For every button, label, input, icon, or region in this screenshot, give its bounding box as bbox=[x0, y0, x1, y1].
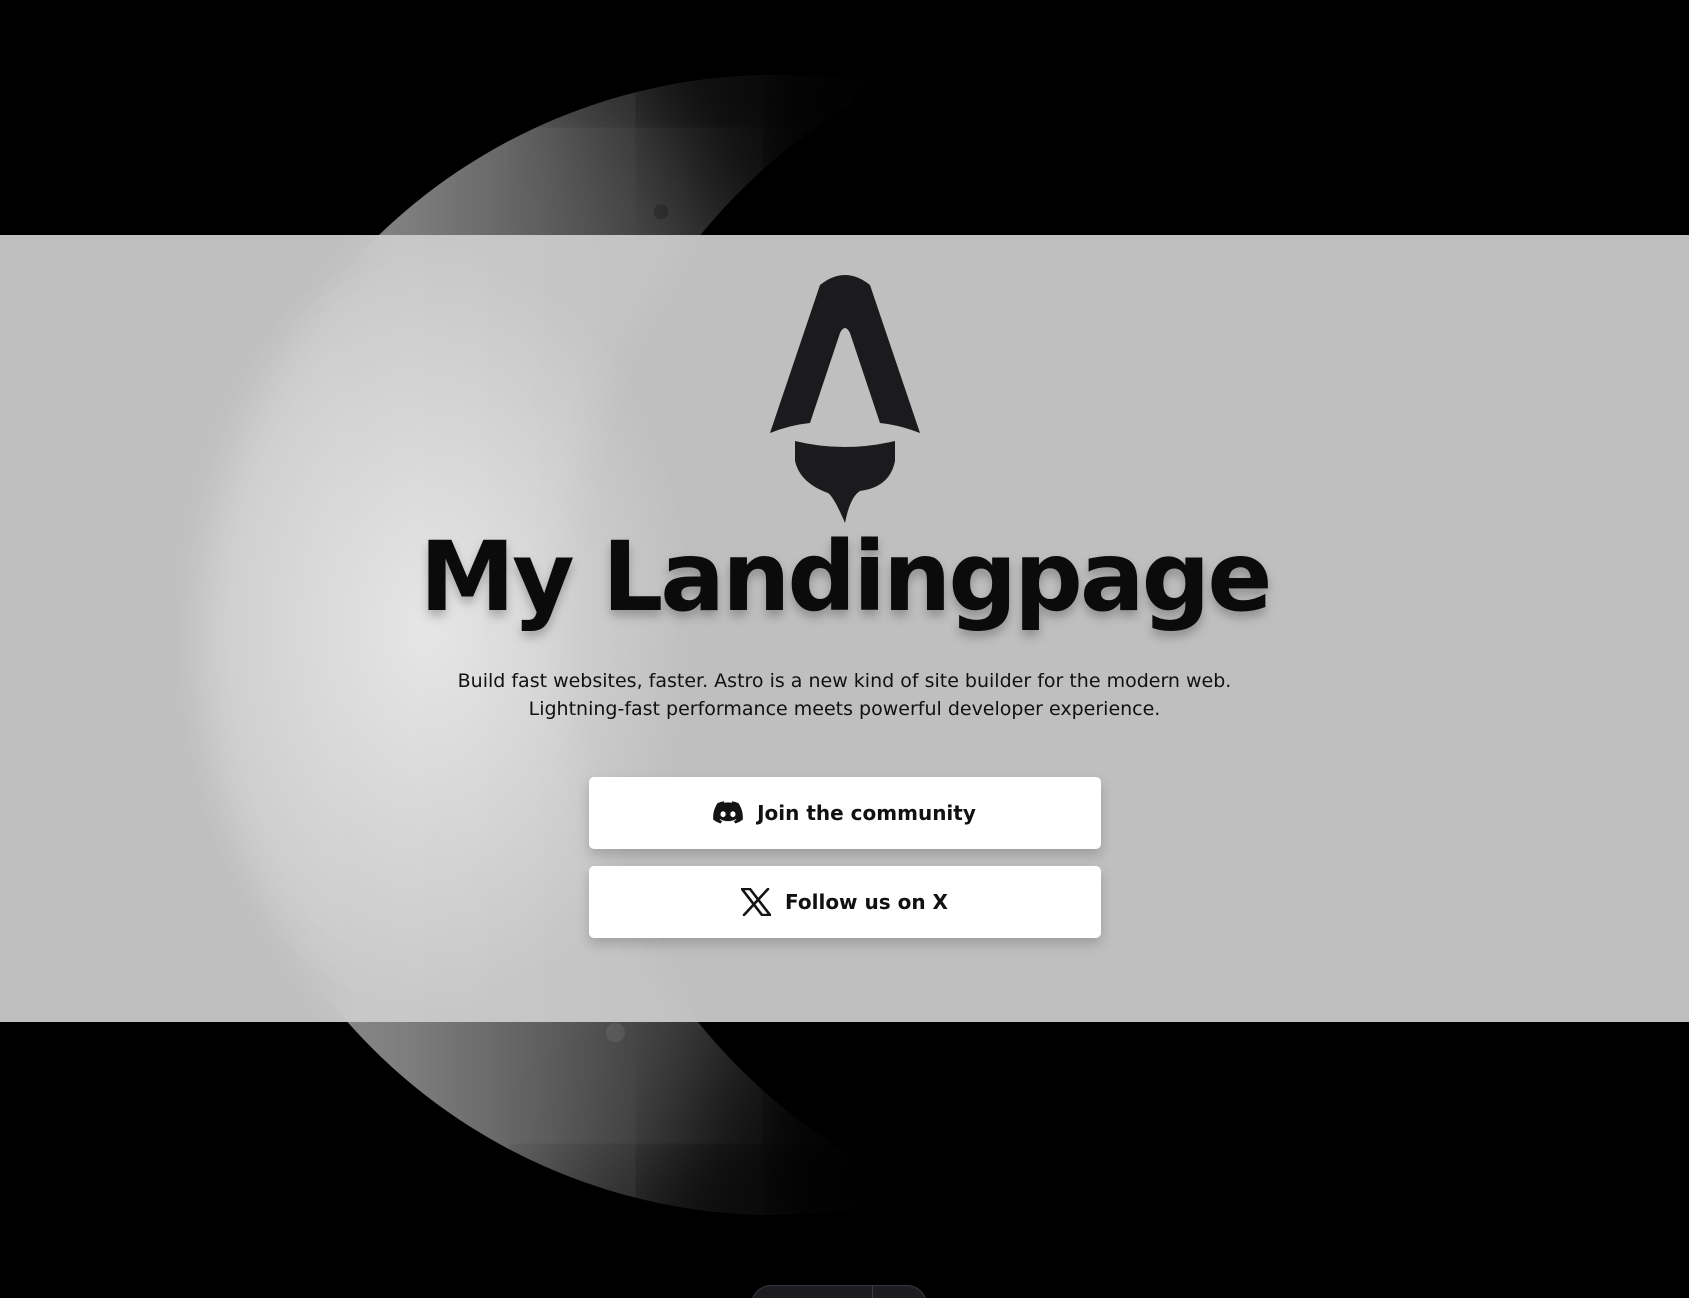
subtitle-line-2: Lightning-fast performance meets powerfu… bbox=[528, 698, 1161, 720]
join-community-button[interactable]: Join the community bbox=[588, 777, 1101, 849]
page: My Landingpage Build fast websites, fast… bbox=[0, 0, 1689, 1298]
page-title: My Landingpage bbox=[419, 521, 1273, 633]
discord-icon bbox=[713, 801, 743, 824]
follow-x-button[interactable]: Follow us on X bbox=[588, 866, 1101, 938]
join-community-label: Join the community bbox=[757, 801, 976, 825]
toolbar-divider bbox=[872, 1286, 873, 1298]
astro-logo-icon bbox=[769, 275, 920, 523]
subtitle-line-1: Build fast websites, faster. Astro is a … bbox=[457, 670, 1232, 692]
page-subtitle: Build fast websites, faster. Astro is a … bbox=[458, 667, 1232, 723]
action-buttons: Join the community Follow us on X bbox=[588, 777, 1101, 938]
follow-x-label: Follow us on X bbox=[785, 890, 948, 914]
hero: My Landingpage Build fast websites, fast… bbox=[0, 235, 1689, 1022]
dev-toolbar[interactable] bbox=[751, 1285, 927, 1298]
x-logo-icon bbox=[741, 888, 772, 916]
